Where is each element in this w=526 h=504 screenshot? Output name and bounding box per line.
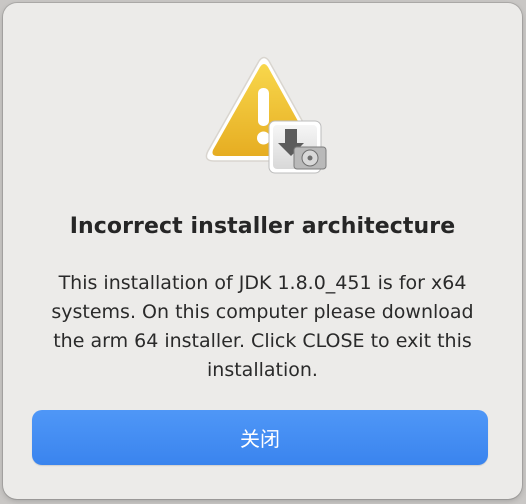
warning-installer-icon — [202, 55, 332, 180]
close-button[interactable]: 关闭 — [32, 410, 488, 465]
dialog-title: Incorrect installer architecture — [69, 214, 456, 239]
dialog-message: This installation of JDK 1.8.0_451 is fo… — [51, 272, 474, 381]
alert-dialog: Incorrect installer architecture This in… — [3, 3, 522, 499]
